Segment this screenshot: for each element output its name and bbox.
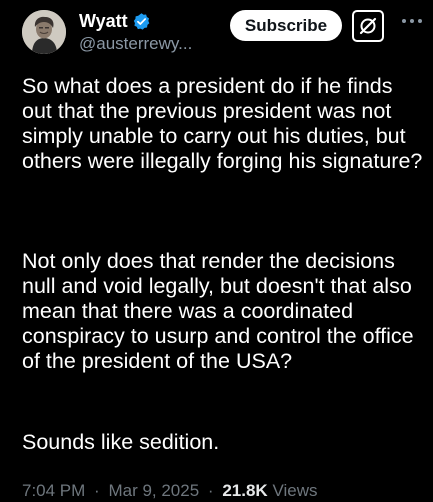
tweet-paragraph: So what does a president do if he finds … — [22, 74, 423, 173]
more-options-button[interactable] — [397, 14, 427, 28]
author-display-name[interactable]: Wyatt — [79, 10, 128, 32]
subscribe-button[interactable]: Subscribe — [230, 10, 342, 41]
tweet-time[interactable]: 7:04 PM — [22, 481, 85, 500]
tweet-header: Wyatt @austerrewy... Subscribe — [0, 0, 433, 66]
tweet-paragraph: Not only does that render the decisions … — [22, 249, 414, 373]
avatar[interactable] — [22, 10, 66, 54]
grok-icon — [359, 17, 377, 35]
author-handle[interactable]: @austerrewy... — [79, 33, 192, 55]
tweet-paragraph: Sounds like sedition. — [22, 430, 220, 454]
meta-separator: · — [207, 481, 214, 500]
avatar-image — [22, 10, 66, 54]
meta-separator: · — [94, 481, 100, 500]
verified-badge-icon — [132, 12, 151, 31]
tweet-metadata: 7:04 PM · Mar 9, 2025 · 21.8K Views — [22, 480, 317, 502]
grok-button[interactable] — [352, 10, 384, 42]
views-label: Views — [272, 481, 318, 500]
more-options-icon — [402, 19, 422, 23]
views-count[interactable]: 21.8K — [222, 481, 267, 500]
author-name-row[interactable]: Wyatt — [79, 10, 151, 32]
tweet-date[interactable]: Mar 9, 2025 — [108, 481, 199, 500]
